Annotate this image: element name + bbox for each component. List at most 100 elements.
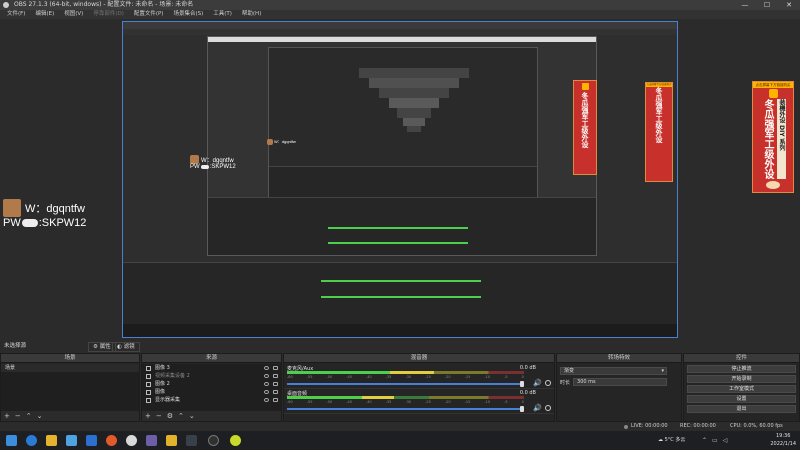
lock-icon[interactable] [273,374,278,378]
windows-start-icon[interactable] [6,435,17,446]
move-up-icon[interactable]: ⌃ [178,411,184,421]
scenes-footer: + − ⌃ ⌄ [1,411,139,421]
visibility-eye-icon[interactable] [264,382,269,386]
weather-widget[interactable]: ☁ 5°C 多云 [658,436,685,443]
source-item[interactable]: 图像 3 [142,364,281,372]
banner-nested-2-logo-icon [581,83,589,90]
menu-file[interactable]: 文件(F) [2,10,30,19]
image-icon [146,381,151,387]
nested-meter-2 [328,227,468,229]
audio-meter [287,371,524,374]
transition-select[interactable]: 渐变 ▾ [560,367,667,375]
obs-taskbar-icon[interactable] [208,435,219,446]
clock[interactable]: 19:36 2022/1/14 [770,432,796,448]
taskbar-app-icon[interactable] [146,435,157,446]
taskbar-app-icon[interactable] [106,435,117,446]
scenes-list: 场景 [1,364,139,411]
minimize-button[interactable]: — [734,0,756,10]
meter-tick-label: -30 [405,375,412,379]
volume-icon[interactable]: ◁ [723,437,728,444]
volume-slider-handle[interactable] [520,406,524,412]
source-item[interactable]: 视频采集设备 2 [142,372,281,380]
filters-button[interactable]: ◐ 滤镜 [112,342,140,352]
mixer-list: 麦克风/Aux 0.0 dB -60 -55 -50 -45 -40 -35 -30 -25-… [284,364,554,421]
remove-scene-icon[interactable]: − [15,411,21,421]
close-button[interactable]: ✕ [778,0,800,10]
visibility-eye-icon[interactable] [264,374,269,378]
start-recording-button[interactable]: 开始录制 [687,375,796,383]
move-down-icon[interactable]: ⌄ [189,411,195,421]
watermark-nested-3-wechat: W：dgqntfw [274,139,296,144]
exit-button[interactable]: 退出 [687,405,796,413]
settings-button[interactable]: 设置 [687,395,796,403]
chevron-up-icon[interactable]: ⌃ [702,437,707,444]
lock-icon[interactable] [273,398,278,402]
preview-canvas[interactable]: W：dgqntfw PW :SKPW12 W：dgqntfw 冬瓜强军工级外设 … [122,21,678,338]
controls-dock: 控件 停止推流 开始录制 工作室模式 设置 退出 [683,353,800,422]
meter-tick-label: -45 [346,400,352,404]
source-item[interactable]: 图像 [142,388,281,396]
sources-title: 来源 [142,354,281,363]
add-scene-icon[interactable]: + [4,411,10,421]
visibility-eye-icon[interactable] [264,390,269,394]
meter-tick-label: 0 [521,375,524,379]
volume-slider-handle[interactable] [520,381,524,387]
speaker-icon[interactable]: 🔊 [533,379,542,387]
meter-ticks: -60 -55 -50 -45 -40 -35 -30 -25 -20 -15 -10 -5 0 [287,375,524,379]
visibility-eye-icon[interactable] [264,366,269,370]
gear-icon[interactable] [544,380,551,386]
email-icon[interactable] [86,435,97,446]
meter-tick-label: -5 [504,375,508,379]
source-settings-icon[interactable]: ⚙ [167,411,173,421]
menu-scene-collection[interactable]: 场景集合(S) [168,10,208,19]
scenes-title: 场景 [1,354,139,363]
rec-status: REC: 00:00:00 [680,423,716,429]
recursive-tunnel [359,68,469,132]
source-item[interactable]: 图像 2 [142,380,281,388]
meter-tick-label: -20 [444,400,451,404]
taskbar-app-icon[interactable] [66,435,77,446]
menu-edit[interactable]: 编辑(E) [30,10,59,19]
volume-slider[interactable] [287,408,524,410]
lock-icon[interactable] [273,382,278,386]
stop-streaming-button[interactable]: 停止推流 [687,365,796,373]
add-source-icon[interactable]: + [145,411,151,421]
network-icon[interactable]: ▭ [712,437,718,444]
file-explorer-icon[interactable] [46,435,57,446]
menu-help[interactable]: 帮助(H) [237,10,266,19]
taskbar-app-icon[interactable] [186,435,197,446]
mixer-dock: 混音器 麦克风/Aux 0.0 dB -60 -55 -50 -45 -40 -35 -30… [283,353,555,422]
source-item[interactable]: 显示器采集 [142,396,281,404]
menu-tools[interactable]: 工具(T) [208,10,237,19]
menu-profile[interactable]: 配置文件(P) [129,10,169,19]
obs-app-icon [3,2,9,8]
preview-area[interactable]: W：dgqntfw PW :SKPW12 点击屏幕下方链接购买 冬瓜强军工级外设… [0,19,800,339]
menu-view[interactable]: 视图(V) [59,10,88,19]
menu-docks[interactable]: 停靠部件(D) [88,10,129,19]
lock-icon[interactable] [273,366,278,370]
visibility-eye-icon[interactable] [264,398,269,402]
maximize-button[interactable]: ☐ [756,0,778,10]
chevron-down-icon: ▾ [661,368,664,374]
duration-input[interactable]: 300 ms [573,378,667,386]
taskbar-app-icon[interactable] [166,435,177,446]
lock-icon[interactable] [273,390,278,394]
live-indicator-icon [624,425,628,429]
remove-source-icon[interactable]: − [156,411,162,421]
meter-tick-label: -50 [326,400,333,404]
meter-ticks: -60 -55 -50 -45 -40 -35 -30 -25 -20 -15 -10 -5 0 [287,400,524,404]
studio-mode-button[interactable]: 工作室模式 [687,385,796,393]
taskbar-app-icon[interactable] [230,435,241,446]
meter-tick-label: -15 [464,400,471,404]
speaker-icon[interactable]: 🔊 [533,404,542,412]
edge-browser-icon[interactable] [26,435,37,446]
nested-titlebar [123,22,677,29]
volume-slider[interactable] [287,383,524,385]
move-up-icon[interactable]: ⌃ [26,411,32,421]
watermark-nested-2-pw-prefix: PW [190,164,200,170]
gear-icon[interactable] [544,405,551,411]
banner-nested-1-brand: 冬瓜强军工级外设 [655,87,663,143]
move-down-icon[interactable]: ⌄ [37,411,43,421]
chrome-icon[interactable] [126,435,137,446]
scene-item[interactable]: 场景 [1,364,139,372]
